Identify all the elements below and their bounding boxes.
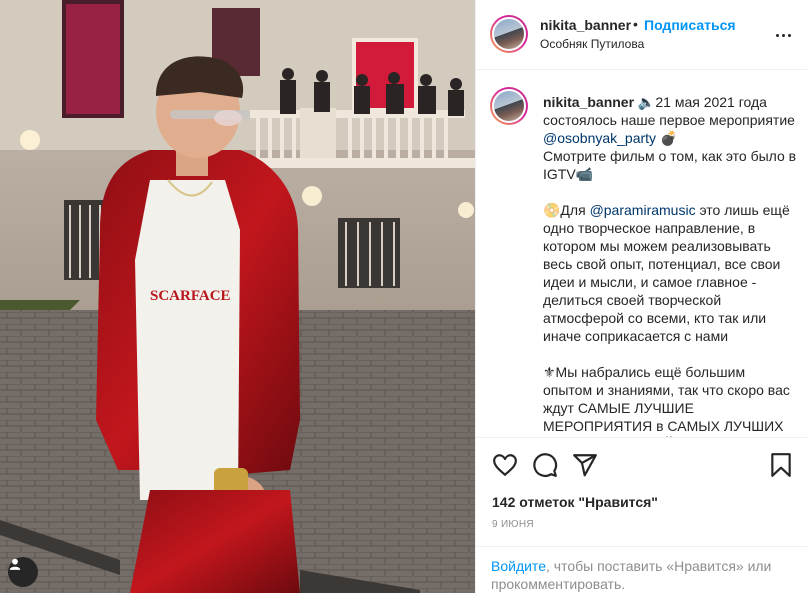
caption-username[interactable]: nikita_banner bbox=[543, 94, 634, 110]
caption-line3-start: 📀Для bbox=[543, 202, 590, 218]
comments-section[interactable]: nikita_banner 🔈21 мая 2021 года состояло… bbox=[476, 71, 807, 437]
caption-line4: ⚜Мы набрались ещё большим опытом и знани… bbox=[543, 364, 790, 437]
post-side-panel: nikita_banner • Подписаться Особняк Пути… bbox=[475, 0, 807, 593]
mention-link[interactable]: @osobnyak_party bbox=[543, 130, 656, 146]
instagram-post: SCARFACE nikita_banner • Подписаться Осо bbox=[0, 0, 807, 593]
bookmark-icon[interactable] bbox=[768, 452, 794, 478]
more-options-icon[interactable] bbox=[774, 26, 792, 44]
login-prompt: Войдите, чтобы поставить «Нравится» или … bbox=[491, 557, 791, 593]
caption-line1-end: 💣 bbox=[656, 130, 678, 146]
mention-link[interactable]: @paramiramusic bbox=[590, 202, 696, 218]
login-link[interactable]: Войдите bbox=[491, 558, 546, 574]
photo-illustration: SCARFACE bbox=[0, 0, 475, 593]
post-photo[interactable]: SCARFACE bbox=[0, 0, 475, 593]
post-header: nikita_banner • Подписаться Особняк Пути… bbox=[476, 0, 807, 70]
caption-line3-end: это лишь ещё одно творческое направление… bbox=[543, 202, 790, 344]
post-caption: nikita_banner 🔈21 мая 2021 года состояло… bbox=[543, 93, 798, 437]
login-footer: Войдите, чтобы поставить «Нравится» или … bbox=[476, 546, 807, 593]
action-bar bbox=[476, 437, 807, 494]
user-tag-icon[interactable] bbox=[8, 557, 38, 587]
header-username[interactable]: nikita_banner bbox=[540, 17, 631, 33]
comment-icon[interactable] bbox=[532, 452, 558, 478]
follow-button[interactable]: Подписаться bbox=[644, 17, 736, 33]
caption-line2: Смотрите фильм о том, как это было в IGT… bbox=[543, 148, 797, 182]
share-icon[interactable] bbox=[572, 452, 598, 478]
caption-avatar[interactable] bbox=[490, 87, 528, 125]
shirt-print: SCARFACE bbox=[150, 288, 231, 304]
likes-count[interactable]: 142 отметок "Нравится" bbox=[492, 494, 658, 510]
location-link[interactable]: Особняк Путилова bbox=[540, 37, 644, 51]
post-date[interactable]: 9 июня bbox=[492, 519, 534, 530]
heart-icon[interactable] bbox=[492, 452, 518, 478]
avatar[interactable] bbox=[490, 15, 528, 53]
header-separator: • bbox=[633, 16, 638, 32]
